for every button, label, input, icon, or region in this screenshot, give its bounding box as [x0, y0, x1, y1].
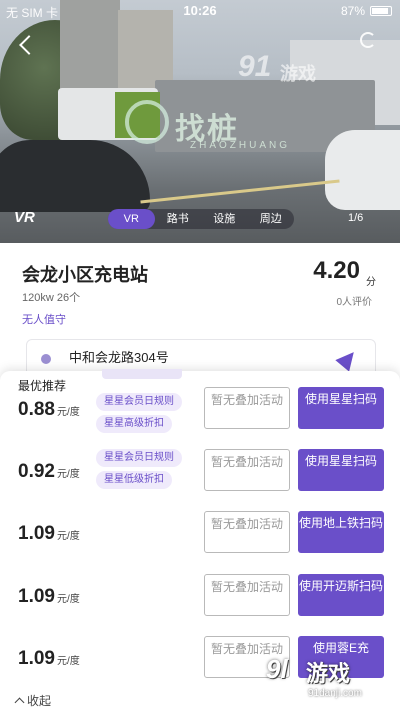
- station-info: 会龙小区充电站 120kw 26个 无人值守 4.20 分 0人评价 中和会龙路…: [0, 243, 400, 379]
- use-scan-button[interactable]: 使用地上铁扫码: [298, 511, 384, 553]
- watermark-site: 91: [238, 50, 272, 83]
- hero-photo[interactable]: 找桩 ZHAOZHUANG 91 游戏 无 SIM 卡 10:26 87% VR…: [0, 0, 400, 243]
- battery-percent: 87%: [340, 4, 365, 18]
- price-row: 1.09 元/度 暂无叠加活动 使用地上铁扫码: [0, 511, 400, 567]
- review-count[interactable]: 0人评价: [336, 293, 372, 308]
- station-name: 会龙小区充电站: [22, 265, 148, 285]
- watermark-site-text: 游戏: [280, 64, 316, 84]
- vr-logo: VR: [14, 209, 35, 226]
- discount-tag: 星星高级折扣: [96, 415, 172, 433]
- station-tag: 无人值守: [22, 314, 66, 326]
- price-unit: 元/度: [56, 531, 80, 542]
- hero-tab-bar: VR 路书 设施 周边: [108, 209, 294, 229]
- price-row: 0.88 元/度 星星会员日规则 星星高级折扣 暂无叠加活动 使用星星扫码: [0, 387, 400, 443]
- watermark-logo: 9l: [266, 654, 288, 684]
- scene-car: [325, 130, 400, 210]
- tab-roadbook[interactable]: 路书: [155, 209, 202, 229]
- price-value: 1.09 元/度: [18, 648, 80, 669]
- collapse-button[interactable]: 收起: [14, 692, 52, 709]
- use-scan-button[interactable]: 使用星星扫码: [298, 449, 384, 491]
- tab-facilities[interactable]: 设施: [201, 209, 248, 229]
- price-value: 1.09 元/度: [18, 586, 80, 607]
- navigate-arrow-icon[interactable]: [335, 346, 361, 372]
- no-extra-activity-button[interactable]: 暂无叠加活动: [204, 449, 290, 491]
- watermark-text: 游戏: [306, 661, 351, 686]
- price-row: 0.92 元/度 星星会员日规则 星星低级折扣 暂无叠加活动 使用星星扫码: [0, 449, 400, 505]
- price-unit: 元/度: [56, 594, 80, 605]
- battery-icon: [370, 6, 392, 16]
- rating-unit: 分: [366, 277, 376, 288]
- status-bar: 无 SIM 卡 10:26 87%: [0, 0, 400, 22]
- collapse-label: 收起: [27, 694, 52, 708]
- chevron-up-icon: [14, 697, 25, 708]
- watermark-logo-icon: [125, 100, 169, 144]
- use-scan-button[interactable]: 使用星星扫码: [298, 387, 384, 429]
- station-meta: 120kw 26个: [22, 292, 81, 304]
- price-unit: 元/度: [56, 469, 80, 480]
- tab-vr[interactable]: VR: [108, 209, 155, 229]
- discount-tag: 星星低级折扣: [96, 471, 172, 489]
- use-scan-button[interactable]: 使用开迈斯扫码: [298, 574, 384, 616]
- price-value: 0.88 元/度: [18, 399, 80, 420]
- scene-car: [0, 140, 150, 212]
- address-text: 中和会龙路304号: [69, 350, 169, 365]
- watermark-url: 91danji.com: [308, 688, 362, 699]
- status-right: 87%: [341, 4, 392, 18]
- location-pin-icon: [41, 354, 51, 364]
- watermark-sub: ZHAOZHUANG: [190, 140, 290, 151]
- scene-parking-line: [140, 179, 340, 204]
- price-value: 1.09 元/度: [18, 523, 80, 544]
- photo-pager: 1/6: [348, 212, 364, 224]
- no-extra-activity-button[interactable]: 暂无叠加活动: [204, 387, 290, 429]
- no-extra-activity-button[interactable]: 暂无叠加活动: [204, 511, 290, 553]
- tab-nearby[interactable]: 周边: [248, 209, 295, 229]
- discount-tag: 星星会员日规则: [96, 449, 182, 467]
- refresh-icon[interactable]: [360, 32, 376, 48]
- price-row: 1.09 元/度 暂无叠加活动 使用开迈斯扫码: [0, 574, 400, 630]
- corner-watermark: 9l 游戏 91danji.com: [266, 652, 386, 706]
- hidden-tag-peek: [102, 369, 182, 379]
- no-extra-activity-button[interactable]: 暂无叠加活动: [204, 574, 290, 616]
- price-unit: 元/度: [56, 656, 80, 667]
- price-unit: 元/度: [56, 407, 80, 418]
- discount-tag: 星星会员日规则: [96, 393, 182, 411]
- rating-score: 4.20: [313, 257, 360, 284]
- price-value: 0.92 元/度: [18, 461, 80, 482]
- sheet-title: 最优推荐: [18, 379, 67, 393]
